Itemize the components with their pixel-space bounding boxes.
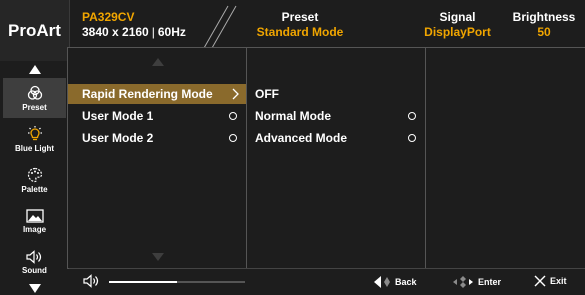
pane-scroll-up-icon[interactable]: [68, 56, 247, 68]
brand-text: ProArt: [8, 20, 61, 40]
back-nav-icon: [374, 276, 390, 288]
sidebar-scroll-up-icon[interactable]: [0, 62, 69, 76]
sidebar-item-label: Blue Light: [14, 143, 55, 153]
preset-status: Preset Standard Mode: [250, 10, 350, 40]
option-label: Advanced Mode: [255, 131, 348, 145]
sidebar-item-blue-light[interactable]: Blue Light: [3, 119, 66, 159]
exit-hint: Exit: [534, 275, 567, 287]
enter-nav-icon: [453, 276, 473, 288]
option-normal-mode[interactable]: Normal Mode: [247, 106, 426, 126]
osd-menu: ProArt PA329CV 3840 x 2160 | 60Hz Preset S…: [0, 0, 585, 294]
brightness-value: 50: [537, 25, 551, 39]
signal-value: DisplayPort: [424, 25, 491, 39]
submenu-pane: Rapid Rendering Mode User Mode 1 User Mo…: [67, 47, 248, 269]
bottom-bar: Back Enter Exit: [69, 268, 585, 294]
sidebar: Preset Blue Light Palette Image Sound: [0, 62, 69, 293]
exit-label: Exit: [550, 276, 567, 286]
model-info: PA329CV 3840 x 2160 | 60Hz: [82, 10, 186, 40]
back-hint: Back: [373, 275, 417, 289]
divider-slashes: [203, 5, 237, 49]
brand-logo: ProArt: [0, 0, 70, 61]
radio-icon: [408, 134, 416, 142]
signal-label: Signal: [439, 10, 476, 24]
sidebar-item-image[interactable]: Image: [3, 201, 66, 241]
volume-level-fill: [109, 281, 177, 283]
sidebar-item-label: Preset: [22, 102, 47, 112]
option-advanced-mode[interactable]: Advanced Mode: [247, 128, 426, 148]
preset-icon: [27, 85, 42, 100]
brightness-label: Brightness: [512, 10, 576, 24]
detail-pane: [425, 47, 585, 269]
option-label: Normal Mode: [255, 109, 332, 123]
brightness-status: Brightness 50: [505, 10, 583, 40]
palette-icon: [27, 167, 42, 182]
sidebar-item-preset[interactable]: Preset: [3, 78, 66, 118]
menu-item-user-mode-1[interactable]: User Mode 1: [68, 106, 247, 126]
sidebar-item-palette[interactable]: Palette: [3, 160, 66, 200]
exit-x-icon: [534, 275, 546, 287]
sidebar-item-label: Sound: [22, 265, 47, 275]
chevron-right-icon: [232, 88, 239, 100]
image-icon: [25, 208, 44, 223]
back-label: Back: [395, 277, 417, 287]
preset-label: Preset: [281, 10, 319, 24]
sound-icon: [25, 249, 41, 264]
enter-label: Enter: [478, 277, 502, 287]
refresh-rate: 60Hz: [157, 25, 186, 39]
separator-bar: |: [151, 25, 155, 39]
preset-value: Standard Mode: [256, 25, 344, 39]
sidebar-item-label: Palette: [21, 184, 48, 194]
option-label: OFF: [255, 87, 279, 101]
menu-item-rapid-rendering-mode[interactable]: Rapid Rendering Mode: [68, 84, 247, 104]
resolution: 3840 x 2160: [82, 25, 149, 39]
menu-item-label: User Mode 1: [82, 109, 154, 123]
radio-icon: [229, 112, 237, 120]
model-name: PA329CV: [82, 10, 135, 24]
volume-icon: [83, 274, 99, 288]
options-pane: OFF Normal Mode Advanced Mode: [246, 47, 427, 269]
volume-slider[interactable]: [109, 281, 245, 283]
option-off[interactable]: OFF: [247, 84, 426, 104]
radio-icon: [229, 134, 237, 142]
sidebar-item-label: Image: [22, 224, 47, 234]
pane-scroll-down-icon[interactable]: [68, 251, 247, 263]
radio-icon: [408, 112, 416, 120]
menu-item-label: User Mode 2: [82, 131, 154, 145]
menu-item-user-mode-2[interactable]: User Mode 2: [68, 128, 247, 148]
enter-hint: Enter: [452, 275, 501, 289]
signal-status: Signal DisplayPort: [415, 10, 500, 40]
menu-item-label: Rapid Rendering Mode: [82, 87, 213, 101]
sidebar-item-sound[interactable]: Sound: [3, 242, 66, 282]
blue-light-icon: [27, 125, 42, 140]
